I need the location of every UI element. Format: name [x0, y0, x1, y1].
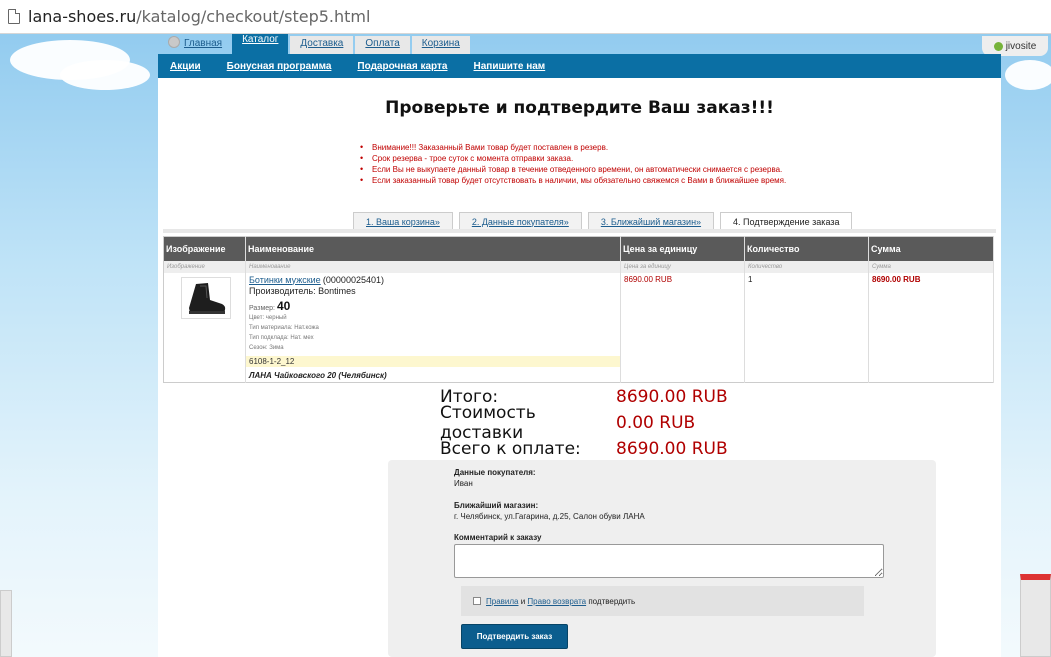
url-domain: lana-shoes.ru: [28, 7, 137, 26]
main-content: Проверьте и подтвердите Ваш заказ!!! Вни…: [158, 78, 1001, 657]
jivosite-widget[interactable]: jivosite: [982, 36, 1048, 56]
product-link[interactable]: Ботинки мужские: [249, 275, 321, 285]
background-building: [1020, 574, 1051, 657]
tab-delivery[interactable]: Доставка: [290, 36, 354, 54]
product-attr: Цвет: черный: [249, 314, 287, 321]
product-article: 6108-1-2_12: [246, 355, 620, 367]
agree-checkbox[interactable]: [473, 597, 481, 605]
notice-item: Если заказанный товар будет отсутствоват…: [358, 175, 786, 186]
page-title: Проверьте и подтвердите Ваш заказ!!!: [385, 98, 774, 118]
confirm-order-button[interactable]: Подтвердить заказ: [461, 624, 568, 649]
jivosite-label: jivosite: [1005, 40, 1037, 52]
delivery-label: Стоимость доставки: [440, 403, 536, 443]
comment-textarea[interactable]: [454, 544, 884, 578]
item-name-cell: Ботинки мужские (00000025401) Производит…: [245, 272, 621, 382]
address-bar[interactable]: lana-shoes.ru/katalog/checkout/step5.htm…: [0, 0, 1051, 34]
tab-cart[interactable]: Корзина: [411, 36, 470, 54]
order-table: Изображение Наименование Цена за единицу…: [163, 236, 994, 383]
rules-link[interactable]: Правила: [486, 597, 518, 606]
sub-price: Цена за единицу: [620, 260, 745, 273]
order-totals: Итого: 8690.00 RUB Стоимость доставки 0.…: [440, 384, 728, 462]
comment-label: Комментарий к заказу: [454, 533, 542, 542]
steps-divider: [163, 229, 996, 233]
tab-catalog[interactable]: Каталог: [232, 34, 289, 54]
boot-icon: [189, 282, 226, 314]
and-text: и: [520, 596, 526, 606]
product-store: ЛАНА Чайковского 20 (Челябинск): [249, 370, 387, 380]
sub-image: Изображение: [163, 260, 246, 273]
product-image[interactable]: [181, 276, 231, 319]
step-cart[interactable]: 1. Ваша корзина»: [353, 212, 453, 230]
step-buyer-data[interactable]: 2. Данные покупателя»: [458, 212, 582, 230]
item-qty: 1: [744, 272, 869, 382]
background-building: [0, 590, 12, 657]
grand-total-row: Всего к оплате: 8690.00 RUB: [440, 436, 728, 462]
background-cloud: [60, 60, 150, 90]
step-nearest-store[interactable]: 3. Ближайший магазин»: [587, 212, 715, 230]
product-maker: Производитель: Bontimes: [249, 285, 356, 296]
url-path: /katalog/checkout/step5.html: [136, 7, 371, 26]
tab-payment[interactable]: Оплата: [355, 36, 410, 54]
notice-item: Если Вы не выкупаете данный товар в тече…: [358, 164, 786, 175]
product-code: (00000025401): [322, 274, 384, 285]
sub-name: Наименование: [245, 260, 621, 273]
table-subheader-row: Изображение Наименование Цена за единицу…: [163, 260, 994, 273]
item-sum: 8690.00 RUB: [868, 272, 994, 382]
product-name: Ботинки мужские (00000025401): [249, 275, 617, 285]
notice-item: Срок резерва - трое суток с момента отпр…: [358, 153, 786, 164]
confirm-text: подтвердить: [588, 596, 636, 606]
background-cloud: [1005, 60, 1051, 90]
product-attr: Тип подклада: Нат. мех: [249, 334, 314, 341]
buyer-label: Данные покупателя:: [454, 468, 536, 477]
notice-list: Внимание!!! Заказанный Вами товар будет …: [358, 142, 786, 186]
item-price: 8690.00 RUB: [620, 272, 745, 382]
notice-item: Внимание!!! Заказанный Вами товар будет …: [358, 142, 786, 153]
total-value: 8690.00 RUB: [616, 387, 728, 407]
nav-contact[interactable]: Напишите нам: [474, 61, 546, 72]
size-label: Размер:: [249, 304, 276, 312]
buyer-value: Иван: [454, 479, 473, 488]
delivery-value: 0.00 RUB: [616, 413, 696, 433]
table-row: Ботинки мужские (00000025401) Производит…: [163, 272, 994, 382]
col-price: Цена за единицу: [620, 236, 745, 261]
product-attr: Тип материала: Нат.кожа: [249, 324, 319, 331]
nav-promo[interactable]: Акции: [170, 61, 201, 72]
product-attr: Сезон: Зима: [249, 344, 284, 351]
top-nav: Главная Каталог Доставка Оплата Корзина: [158, 34, 470, 54]
agreement-row: Правила и Право возврата подтвердить: [461, 586, 864, 616]
return-policy-link[interactable]: Право возврата: [527, 597, 586, 606]
sub-sum: Сумма: [868, 260, 994, 273]
sub-qty: Количество: [744, 260, 869, 273]
col-image: Изображение: [163, 236, 246, 261]
customer-panel: Данные покупателя: Иван Ближайший магази…: [388, 460, 936, 657]
tab-home[interactable]: Главная: [158, 36, 232, 54]
chat-icon: [993, 41, 1003, 51]
item-image-cell: [163, 272, 246, 382]
size-value: 40: [276, 298, 291, 313]
delivery-row: Стоимость доставки 0.00 RUB: [440, 403, 728, 443]
col-name: Наименование: [245, 236, 621, 261]
grand-total-value: 8690.00 RUB: [616, 439, 728, 459]
table-header-row: Изображение Наименование Цена за единицу…: [163, 236, 994, 261]
page-icon: [8, 9, 20, 24]
secondary-nav: Акции Бонусная программа Подарочная карт…: [158, 54, 1001, 78]
checkout-steps: 1. Ваша корзина» 2. Данные покупателя» 3…: [353, 212, 858, 230]
store-label: Ближайший магазин:: [454, 501, 539, 510]
step-confirmation: 4. Подтверждение заказа: [720, 212, 853, 230]
col-qty: Количество: [744, 236, 869, 261]
col-sum: Сумма: [868, 236, 994, 261]
nav-bonus[interactable]: Бонусная программа: [227, 61, 332, 72]
product-size: Размер: 40: [249, 299, 617, 313]
nav-gift-card[interactable]: Подарочная карта: [357, 61, 447, 72]
grand-total-label: Всего к оплате:: [440, 439, 581, 459]
store-value: г. Челябинск, ул.Гагарина, д.25, Салон о…: [454, 512, 645, 521]
